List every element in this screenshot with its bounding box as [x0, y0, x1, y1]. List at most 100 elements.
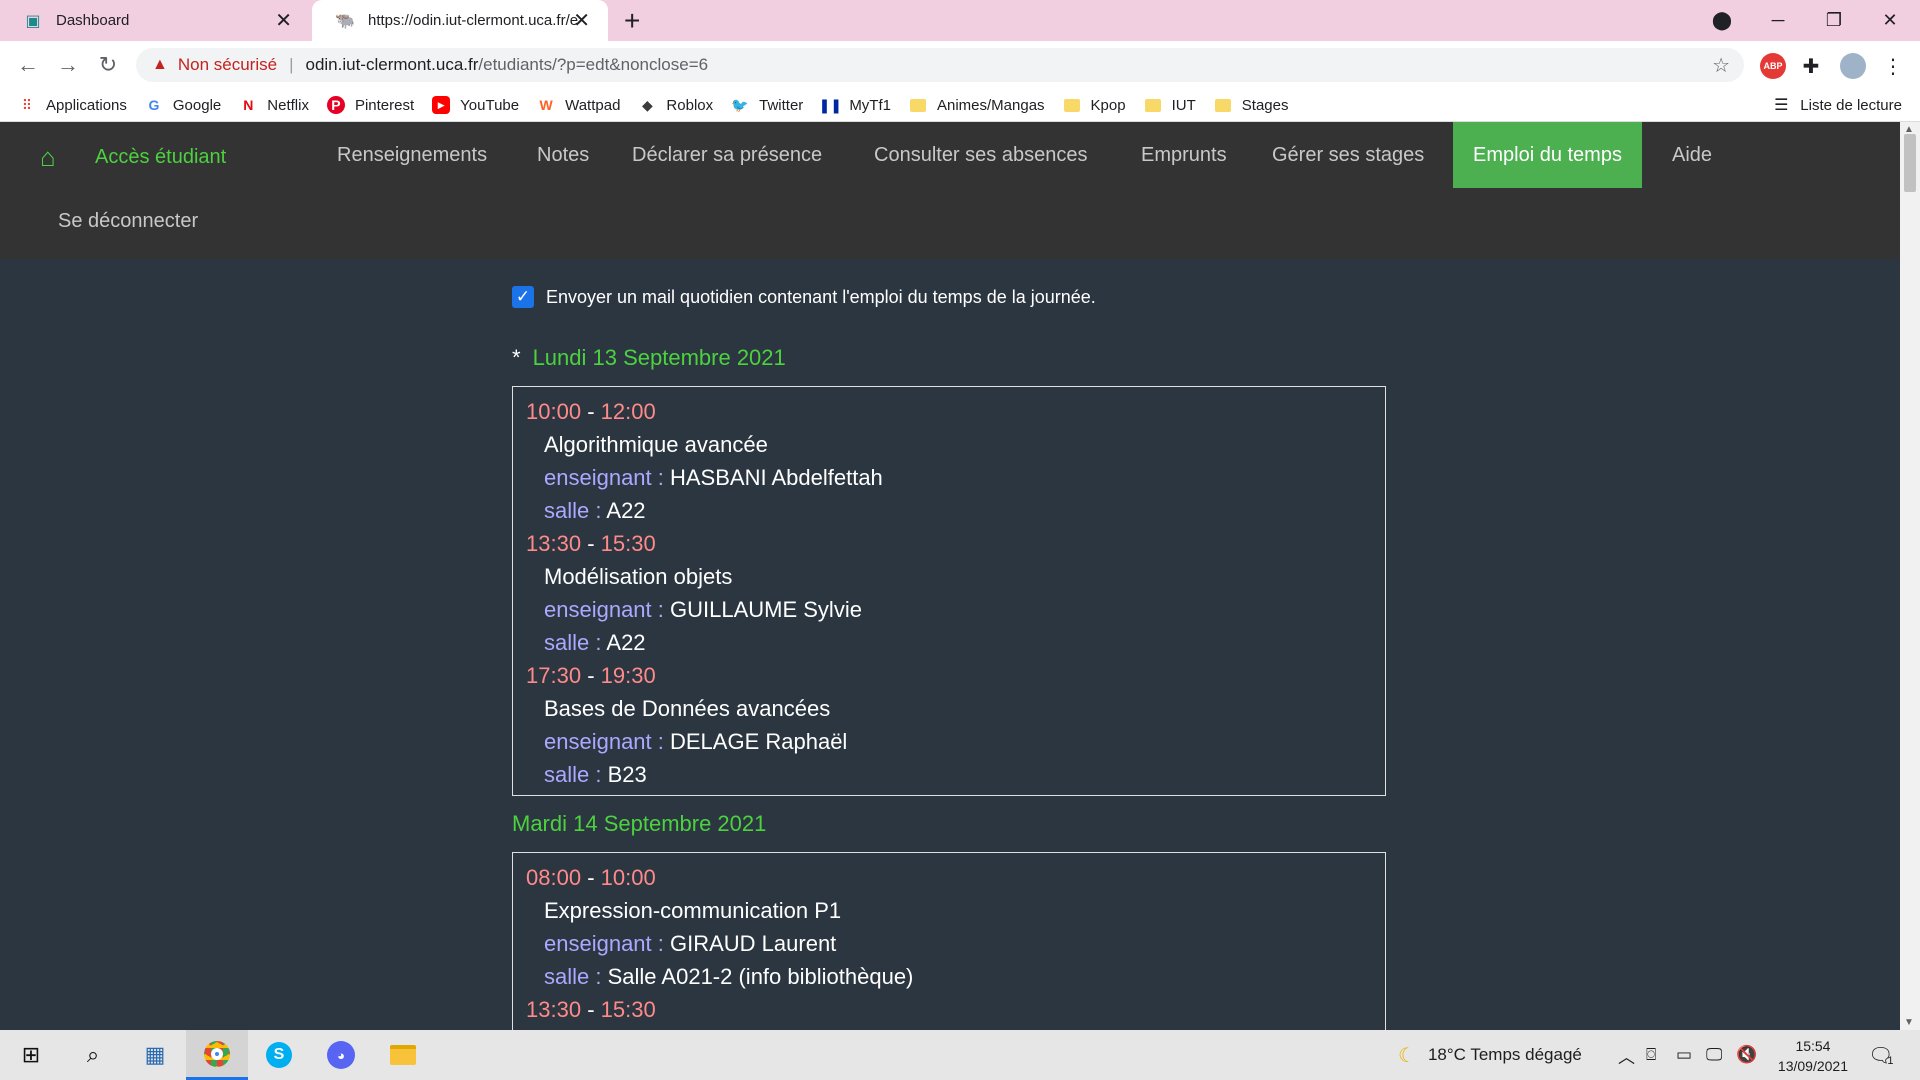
new-tab-button[interactable]: +: [624, 5, 640, 37]
day-schedule-box: 10:00 - 12:00 Algorithmique avancée ense…: [512, 386, 1386, 796]
bookmark-roblox[interactable]: ◆ Roblox: [638, 96, 713, 114]
close-tab-icon[interactable]: ✕: [275, 8, 292, 33]
bookmark-label: Twitter: [759, 96, 804, 114]
nav-notes[interactable]: Notes: [517, 122, 609, 188]
address-separator: |: [289, 55, 294, 74]
url-text[interactable]: odin.iut-clermont.uca.fr/etudiants/?p=ed…: [305, 55, 708, 75]
nav-emploi-du-temps[interactable]: Emploi du temps: [1453, 122, 1642, 188]
windows-taskbar: ⊞ ⌕ ▦ S ◕ ☾ 18°C Temps dégagé ︿ ⌼ ▭ 🖵 🔇 …: [0, 1030, 1920, 1080]
odin-favicon-icon: 🐃: [335, 12, 355, 30]
google-icon: G: [148, 97, 160, 113]
room-name: A22: [606, 498, 646, 523]
network-icon[interactable]: 🖵: [1706, 1030, 1722, 1080]
home-link[interactable]: ⌂ Accès étudiant: [40, 142, 226, 172]
room-name: B23: [607, 762, 647, 787]
bookmark-pinterest[interactable]: P Pinterest: [326, 96, 414, 114]
page-content: ⌂ Accès étudiant Renseignements Notes Dé…: [0, 122, 1900, 1030]
course-end: 12:00: [600, 399, 656, 424]
tab-odin[interactable]: 🐃 https://odin.iut-clermont.uca.fr/e ✕: [312, 0, 608, 41]
folder-icon: [1063, 96, 1081, 114]
bookmark-label: Stages: [1241, 96, 1289, 114]
bookmark-star-icon[interactable]: ☆: [1712, 53, 1730, 78]
teacher-label: enseignant :: [544, 465, 664, 490]
day-title: Mardi 14 Septembre 2021: [512, 811, 766, 837]
time-dash: -: [587, 399, 595, 424]
room-name: A22: [606, 630, 646, 655]
course-teacher: enseignant : GIRAUD Laurent: [526, 927, 1372, 960]
mytf1-icon: ❚❚: [818, 96, 843, 113]
bookmark-folder-stages[interactable]: Stages: [1214, 96, 1289, 114]
restore-button[interactable]: ❐: [1806, 0, 1862, 41]
apps-grid-icon: ⠿: [21, 96, 33, 113]
notification-count: 1: [1887, 1055, 1894, 1067]
search-icon[interactable]: ⌕: [62, 1030, 124, 1080]
skype-icon[interactable]: S: [248, 1030, 310, 1080]
teacher-name: DELAGE Raphaël: [670, 729, 848, 754]
moon-icon: ☾: [1398, 1044, 1416, 1067]
time-dash: -: [587, 663, 595, 688]
notification-center-icon[interactable]: 🗨 1: [1868, 1030, 1894, 1080]
close-tab-icon[interactable]: ✕: [573, 8, 590, 33]
day-schedule-box: 08:00 - 10:00 Expression-communication P…: [512, 852, 1386, 1030]
bookmark-label: IUT: [1171, 96, 1196, 114]
teacher-label: enseignant :: [544, 597, 664, 622]
bookmark-twitter[interactable]: 🐦 Twitter: [731, 96, 803, 114]
file-explorer-icon[interactable]: [372, 1030, 434, 1080]
nav-declarer-presence[interactable]: Déclarer sa présence: [612, 122, 842, 188]
bookmark-mytf1[interactable]: ❚❚ MyTf1: [818, 96, 891, 114]
tab-dashboard[interactable]: ▣ Dashboard ✕: [0, 0, 310, 41]
extensions-puzzle-icon[interactable]: ✚: [1798, 53, 1824, 79]
forward-arrow-icon[interactable]: →: [52, 49, 84, 81]
weather-widget[interactable]: ☾ 18°C Temps dégagé: [1398, 1030, 1582, 1080]
chrome-icon[interactable]: [186, 1030, 248, 1080]
bookmark-folder-animes[interactable]: Animes/Mangas: [909, 96, 1045, 114]
bookmark-netflix[interactable]: N Netflix: [239, 96, 309, 114]
nav-se-deconnecter[interactable]: Se déconnecter: [38, 188, 218, 254]
nav-emprunts[interactable]: Emprunts: [1121, 122, 1247, 188]
minimize-button[interactable]: ─: [1750, 0, 1806, 41]
nav-renseignements[interactable]: Renseignements: [317, 122, 507, 188]
url-path: /etudiants/?p=edt&nonclose=6: [478, 55, 709, 74]
bookmark-wattpad[interactable]: W Wattpad: [537, 96, 621, 114]
back-arrow-icon[interactable]: ←: [12, 49, 44, 81]
reload-icon[interactable]: ↻: [92, 49, 124, 81]
bookmark-label: YouTube: [460, 96, 520, 114]
menu-dots-icon[interactable]: ⋮: [1880, 53, 1906, 79]
nav-consulter-absences[interactable]: Consulter ses absences: [854, 122, 1107, 188]
course-teacher: enseignant : HASBANI Abdelfettah: [526, 461, 1372, 494]
window-close-button[interactable]: ✕: [1862, 0, 1918, 41]
volume-muted-icon[interactable]: 🔇: [1736, 1030, 1757, 1080]
bookmark-folder-kpop[interactable]: Kpop: [1063, 96, 1126, 114]
bookmark-applications[interactable]: ⠿ Applications: [18, 96, 127, 114]
day-date: Mardi 14 Septembre 2021: [512, 811, 767, 836]
show-hidden-icons-chevron-icon[interactable]: ︿: [1618, 1030, 1635, 1080]
discord-icon[interactable]: ◕: [310, 1030, 372, 1080]
course-start: 08:00: [526, 865, 582, 890]
daily-mail-option: ✓ Envoyer un mail quotidien contenant l'…: [512, 286, 1096, 308]
course-room: salle : A22: [526, 494, 1372, 527]
nav-gerer-stages[interactable]: Gérer ses stages: [1252, 122, 1444, 188]
teacher-name: GUILLAUME Sylvie: [670, 597, 862, 622]
adblock-icon[interactable]: ABP: [1760, 53, 1786, 79]
bookmark-google[interactable]: G Google: [145, 96, 221, 114]
meet-now-icon[interactable]: ⌼: [1646, 1030, 1656, 1080]
bookmark-youtube[interactable]: ▶ YouTube: [432, 96, 519, 114]
system-clock[interactable]: 15:54 13/09/2021: [1778, 1036, 1848, 1076]
windows-start-icon[interactable]: ⊞: [0, 1030, 62, 1080]
roblox-icon: ◆: [642, 96, 653, 113]
nav-aide[interactable]: Aide: [1652, 122, 1732, 188]
clock-date: 13/09/2021: [1777, 1058, 1848, 1074]
bookmark-label: Roblox: [666, 96, 714, 114]
profile-avatar-icon[interactable]: [1840, 53, 1866, 79]
scrollbar-thumb[interactable]: [1904, 134, 1916, 192]
daily-mail-checkbox[interactable]: ✓: [512, 286, 534, 308]
bookmark-folder-iut[interactable]: IUT: [1144, 96, 1196, 114]
control-panel-icon[interactable]: ▦: [124, 1030, 186, 1080]
reading-list-button[interactable]: ☰ Liste de lecture: [1772, 96, 1902, 115]
security-label[interactable]: Non sécurisé: [178, 55, 277, 75]
tab-search-icon[interactable]: ⬤: [1694, 0, 1750, 41]
page-scrollbar[interactable]: ▲ ▼: [1900, 122, 1920, 1030]
scroll-down-arrow-icon[interactable]: ▼: [1904, 1017, 1914, 1028]
battery-icon[interactable]: ▭: [1676, 1030, 1692, 1080]
address-bar[interactable]: ▲ Non sécurisé | odin.iut-clermont.uca.f…: [136, 48, 1744, 82]
